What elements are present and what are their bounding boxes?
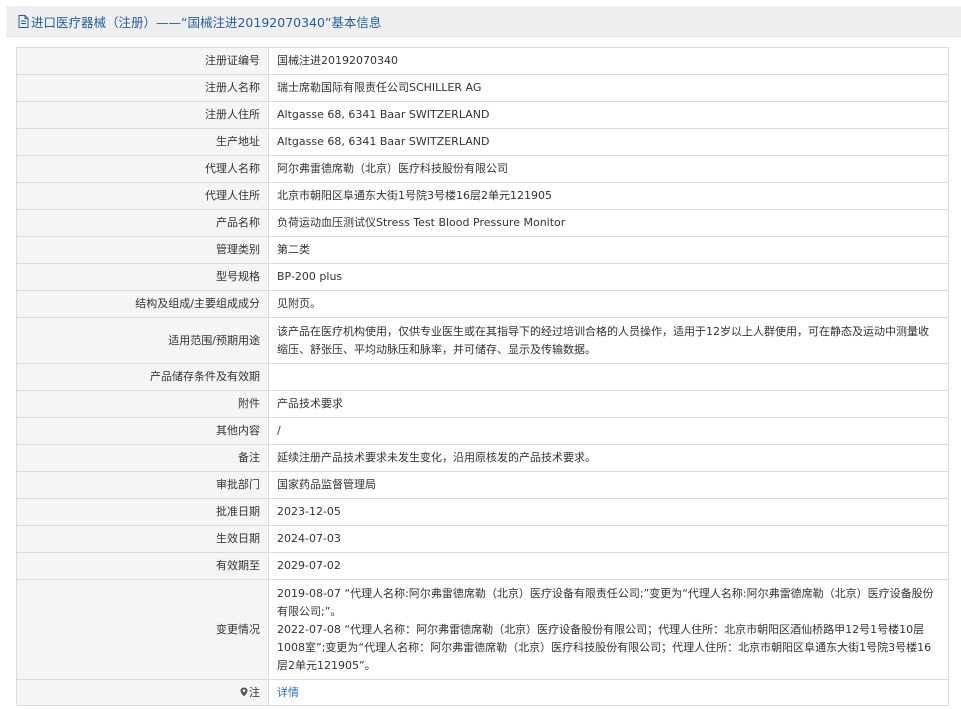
table-row: 产品储存条件及有效期 xyxy=(16,363,949,391)
table-row: 批准日期 2023-12-05 xyxy=(16,498,949,526)
page-header: 进口医疗器械（注册）——“国械注进20192070340”基本信息 xyxy=(6,6,961,37)
row-value: 国械注进20192070340 xyxy=(268,47,949,75)
row-value: 该产品在医疗机构使用，仅供专业医生或在其指导下的经过培训合格的人员操作，适用于1… xyxy=(268,317,949,364)
row-label: 生效日期 xyxy=(16,525,269,553)
row-label: 批准日期 xyxy=(16,498,269,526)
table-row: 管理类别 第二类 xyxy=(16,236,949,264)
row-value: 北京市朝阳区阜通东大街1号院3号楼16层2单元121905 xyxy=(268,182,949,210)
table-row: 代理人住所 北京市朝阳区阜通东大街1号院3号楼16层2单元121905 xyxy=(16,182,949,210)
info-table: 注册证编号 国械注进20192070340 注册人名称 瑞士席勒国际有限责任公司… xyxy=(16,47,949,706)
table-row: 有效期至 2029-07-02 xyxy=(16,552,949,580)
row-label: 管理类别 xyxy=(16,236,269,264)
row-value: 第二类 xyxy=(268,236,949,264)
table-row: 注册人住所 Altgasse 68, 6341 Baar SWITZERLAND xyxy=(16,101,949,129)
table-row: 代理人名称 阿尔弗雷德席勒（北京）医疗科技股份有限公司 xyxy=(16,155,949,183)
row-value: 2024-07-03 xyxy=(268,525,949,553)
row-value: 阿尔弗雷德席勒（北京）医疗科技股份有限公司 xyxy=(268,155,949,183)
row-label: 附件 xyxy=(16,390,269,418)
row-label: 代理人名称 xyxy=(16,155,269,183)
row-value: 瑞士席勒国际有限责任公司SCHILLER AG xyxy=(268,74,949,102)
page-title: 进口医疗器械（注册）——“国械注进20192070340”基本信息 xyxy=(31,14,382,30)
row-value: 见附页。 xyxy=(268,290,949,318)
details-link[interactable]: 详情 xyxy=(277,686,299,699)
row-value: 国家药品监督管理局 xyxy=(268,471,949,499)
row-label: 结构及组成/主要组成成分 xyxy=(16,290,269,318)
table-row: 产品名称 负荷运动血压测试仪Stress Test Blood Pressure… xyxy=(16,209,949,237)
row-value: / xyxy=(268,417,949,445)
row-value: 2029-07-02 xyxy=(268,552,949,580)
row-label: 变更情况 xyxy=(16,579,269,680)
change-history-row: 变更情况 2019-08-07 “代理人名称:阿尔弗雷德席勒（北京）医疗设备有限… xyxy=(16,579,949,680)
row-value: 2023-12-05 xyxy=(268,498,949,526)
row-value: 详情 xyxy=(268,679,949,706)
row-label: 其他内容 xyxy=(16,417,269,445)
row-label: 注册人住所 xyxy=(16,101,269,129)
table-row: 结构及组成/主要组成成分 见附页。 xyxy=(16,290,949,318)
row-label: 生产地址 xyxy=(16,128,269,156)
document-icon xyxy=(17,14,30,29)
change-entry: 2019-08-07 “代理人名称:阿尔弗雷德席勒（北京）医疗设备有限责任公司;… xyxy=(277,586,934,618)
row-value: 负荷运动血压测试仪Stress Test Blood Pressure Moni… xyxy=(268,209,949,237)
table-row: 其他内容 / xyxy=(16,417,949,445)
row-label: 适用范围/预期用途 xyxy=(16,317,269,364)
row-label: 产品储存条件及有效期 xyxy=(16,363,269,391)
map-pin-icon xyxy=(240,685,248,696)
table-row: 生效日期 2024-07-03 xyxy=(16,525,949,553)
row-value: 延续注册产品技术要求未发生变化，沿用原核发的产品技术要求。 xyxy=(268,444,949,472)
table-row: 注册证编号 国械注进20192070340 xyxy=(16,47,949,75)
row-label: 注册人名称 xyxy=(16,74,269,102)
table-row: 审批部门 国家药品监督管理局 xyxy=(16,471,949,499)
table-row: 备注 延续注册产品技术要求未发生变化，沿用原核发的产品技术要求。 xyxy=(16,444,949,472)
row-label: 型号规格 xyxy=(16,263,269,291)
row-label: 注 xyxy=(16,679,269,706)
table-row: 生产地址 Altgasse 68, 6341 Baar SWITZERLAND xyxy=(16,128,949,156)
row-label: 代理人住所 xyxy=(16,182,269,210)
row-label: 有效期至 xyxy=(16,552,269,580)
row-value: BP-200 plus xyxy=(268,263,949,291)
row-label: 审批部门 xyxy=(16,471,269,499)
row-value xyxy=(268,363,949,391)
row-value: Altgasse 68, 6341 Baar SWITZERLAND xyxy=(268,101,949,129)
note-row: 注 详情 xyxy=(16,679,949,706)
row-value: 产品技术要求 xyxy=(268,390,949,418)
table-row: 注册人名称 瑞士席勒国际有限责任公司SCHILLER AG xyxy=(16,74,949,102)
note-label: 注 xyxy=(249,685,260,699)
change-history: 2019-08-07 “代理人名称:阿尔弗雷德席勒（北京）医疗设备有限责任公司;… xyxy=(268,579,949,680)
table-row: 型号规格 BP-200 plus xyxy=(16,263,949,291)
row-value: Altgasse 68, 6341 Baar SWITZERLAND xyxy=(268,128,949,156)
row-label: 注册证编号 xyxy=(16,47,269,75)
row-label: 产品名称 xyxy=(16,209,269,237)
row-label: 备注 xyxy=(16,444,269,472)
table-row: 适用范围/预期用途 该产品在医疗机构使用，仅供专业医生或在其指导下的经过培训合格… xyxy=(16,317,949,364)
change-entry: 2022-07-08 “代理人名称：阿尔弗雷德席勒（北京）医疗设备股份有限公司；… xyxy=(277,622,932,672)
table-row: 附件 产品技术要求 xyxy=(16,390,949,418)
